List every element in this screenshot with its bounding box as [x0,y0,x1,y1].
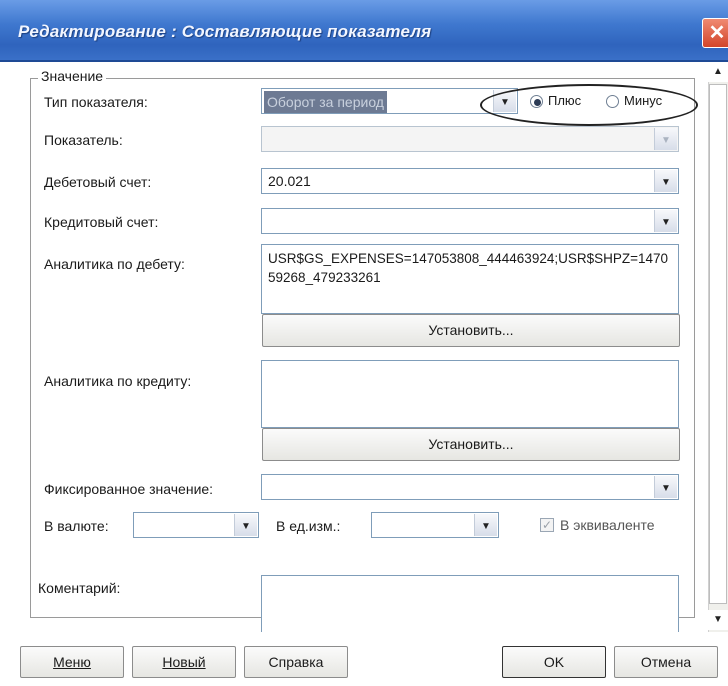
new-button[interactable]: Новый [132,646,236,678]
credit-analytics-text[interactable] [261,360,679,428]
fixed-value-dropdown-button[interactable]: ▼ [654,476,677,498]
scroll-down-button[interactable]: ▼ [708,610,728,630]
indicator-dropdown-button[interactable]: ▼ [654,128,677,150]
unit-dropdown-button[interactable]: ▼ [474,514,497,536]
credit-account-dropdown-button[interactable]: ▼ [654,210,677,232]
close-icon: ✕ [708,22,726,44]
unit-label: В ед.изм.: [276,518,341,534]
debit-account-label: Дебетовый счет: [44,174,152,190]
equivalent-checkbox[interactable]: ✓ [540,518,554,532]
comment-label: Коментарий: [38,580,121,596]
currency-dropdown-button[interactable]: ▼ [234,514,257,536]
indicator-type-select[interactable]: Оборот за период ▼ [261,88,518,114]
chevron-down-icon: ▼ [661,483,671,494]
credit-account-select[interactable]: ▼ [261,208,679,234]
currency-select[interactable]: ▼ [133,512,259,538]
chevron-down-icon: ▼ [661,135,671,146]
cancel-button[interactable]: Отмена [614,646,718,678]
help-button[interactable]: Справка [244,646,348,678]
indicator-select[interactable]: ▼ [261,126,679,152]
checkmark-icon: ✓ [541,518,553,532]
currency-label: В валюте: [44,518,109,534]
debit-analytics-label: Аналитика по дебету: [44,256,185,272]
chevron-down-icon: ▼ [241,521,251,532]
equivalent-label[interactable]: В эквиваленте [560,517,655,533]
highlight-ellipse [480,84,698,126]
indicator-type-label: Тип показателя: [44,94,148,110]
chevron-down-icon: ▼ [661,217,671,228]
unit-select[interactable]: ▼ [371,512,499,538]
ok-button[interactable]: OK [502,646,606,678]
chevron-down-icon: ▼ [481,521,491,532]
debit-analytics-set-button[interactable]: Установить... [262,314,680,347]
indicator-label: Показатель: [44,132,123,148]
fixed-value-select[interactable]: ▼ [261,474,679,500]
chevron-down-icon: ▼ [713,614,723,625]
title-bar[interactable]: Редактирование : Составляющие показателя [0,0,728,62]
comment-text[interactable] [261,575,679,632]
value-groupbox [30,78,695,618]
chevron-up-icon: ▲ [713,66,723,77]
credit-analytics-set-button[interactable]: Установить... [262,428,680,461]
fixed-value-label: Фиксированное значение: [44,481,214,497]
credit-account-label: Кредитовый счет: [44,214,159,230]
scroll-up-button[interactable]: ▲ [708,62,728,82]
value-group-legend: Значение [38,68,107,84]
indicator-type-value: Оборот за период [264,91,387,113]
menu-button[interactable]: Меню [20,646,124,678]
debit-analytics-text[interactable]: USR$GS_EXPENSES=147053808_444463924;USR$… [261,244,679,314]
credit-analytics-label: Аналитика по кредиту: [44,373,192,389]
chevron-down-icon: ▼ [661,177,671,188]
window-title: Редактирование : Составляющие показателя [18,22,432,41]
scrollbar-thumb[interactable] [709,84,727,604]
debit-account-dropdown-button[interactable]: ▼ [654,170,677,192]
close-button[interactable]: ✕ [702,18,728,48]
debit-account-value: 20.021 [268,173,311,189]
debit-account-select[interactable]: 20.021 ▼ [261,168,679,194]
